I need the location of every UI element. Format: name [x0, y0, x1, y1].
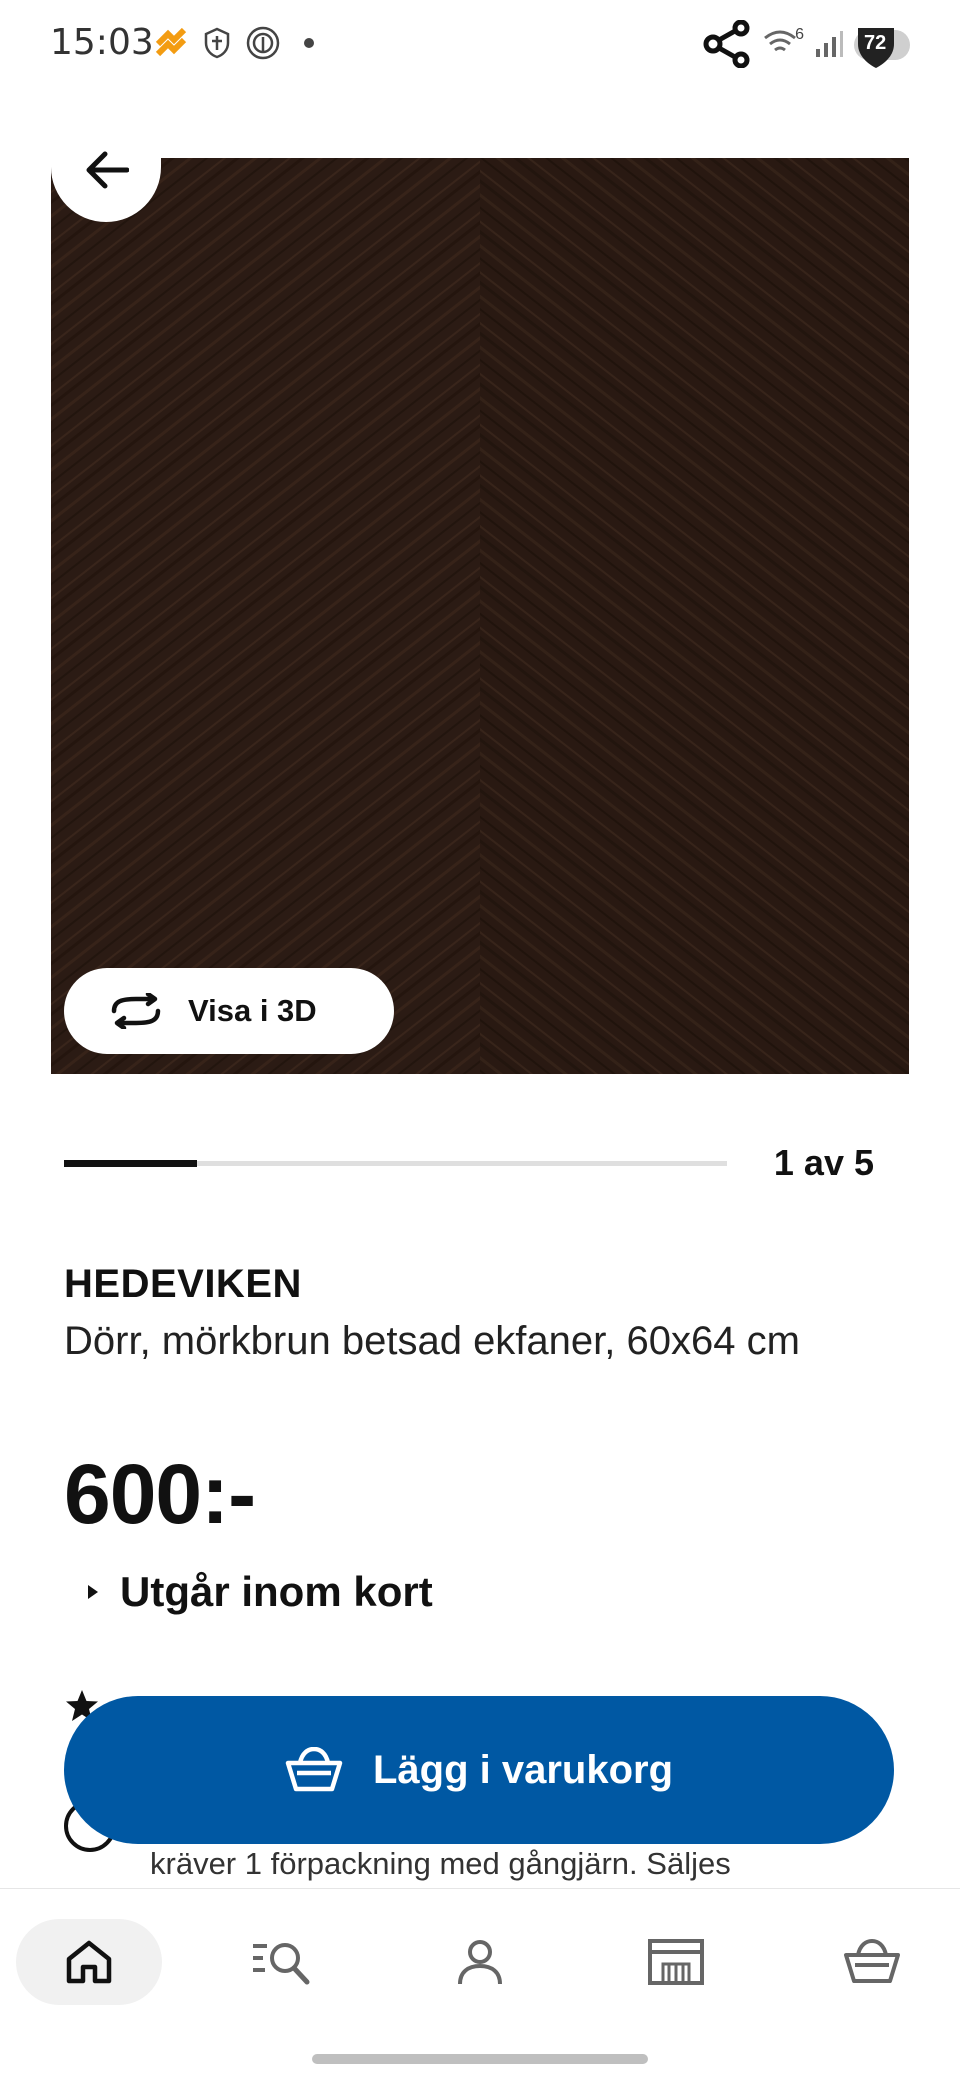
rotate-3d-icon — [111, 993, 161, 1029]
wood-veneer-texture — [51, 158, 909, 1074]
product-image[interactable] — [51, 158, 909, 1074]
status-time: 15:03 — [50, 22, 154, 63]
share-network-icon — [703, 20, 750, 68]
profile-icon — [458, 1940, 502, 1985]
nav-profile[interactable] — [410, 1919, 550, 2005]
search-list-icon — [253, 1943, 310, 1985]
view-in-3d-button[interactable]: Visa i 3D — [64, 968, 394, 1054]
add-to-cart-button[interactable]: Lägg i varukorg — [64, 1696, 894, 1844]
cell-signal-icon — [816, 31, 843, 57]
add-to-cart-label: Lägg i varukorg — [372, 1747, 674, 1792]
nav-browse[interactable] — [212, 1919, 352, 2005]
product-description: Dörr, mörkbrun betsad ekfaner, 60x64 cm — [64, 1319, 800, 1363]
product-name: HEDEVIKEN — [64, 1262, 302, 1306]
basket-icon — [285, 1747, 343, 1792]
hinge-info-text: kräver 1 förpackning med gångjärn. Sälje… — [150, 1846, 731, 1881]
caret-right-icon — [88, 1585, 98, 1599]
wifi-icon — [764, 30, 797, 52]
status-bar: 15:03 6 72 — [0, 0, 960, 96]
bottom-navigation — [0, 1888, 960, 2038]
app-notification-icon — [155, 28, 187, 57]
cart-icon — [844, 1939, 900, 1983]
shield-icon — [204, 27, 230, 59]
image-progress-fill — [64, 1160, 197, 1167]
signal-badge: 6 — [795, 26, 804, 43]
store-icon — [648, 1939, 704, 1985]
image-counter: 1 av 5 — [773, 1142, 874, 1183]
battery-icon: 72 — [854, 24, 910, 68]
nav-stores[interactable] — [606, 1919, 746, 2005]
nav-home[interactable] — [16, 1919, 162, 2005]
nfc-icon — [246, 26, 280, 60]
stock-status-label: Utgår inom kort — [120, 1568, 433, 1615]
more-dot-icon — [304, 38, 314, 48]
home-icon — [66, 1940, 112, 1984]
arrow-left-icon — [86, 151, 129, 189]
home-indicator[interactable] — [312, 2054, 648, 2064]
nav-cart[interactable] — [802, 1919, 942, 2005]
notification-icons — [154, 26, 314, 60]
system-icons: 6 72 — [703, 20, 910, 68]
battery-level: 72 — [864, 32, 887, 54]
view-in-3d-label: Visa i 3D — [188, 993, 317, 1028]
product-price: 600:- — [64, 1447, 256, 1541]
image-progress-bar — [64, 1160, 727, 1167]
stock-status-row[interactable]: Utgår inom kort — [86, 1568, 433, 1616]
